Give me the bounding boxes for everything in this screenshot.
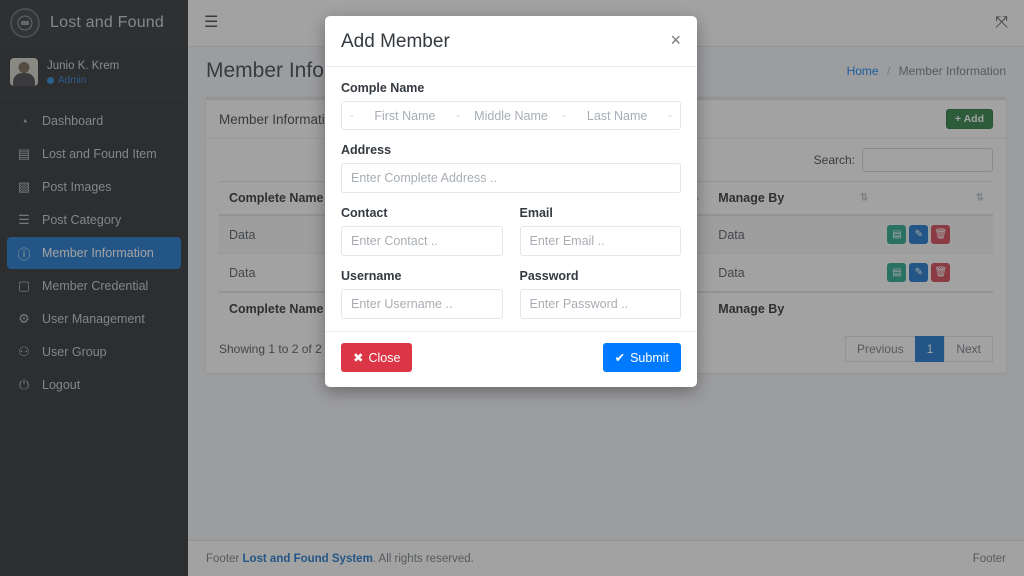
last-name-input[interactable] <box>573 108 661 123</box>
check-icon: ✔ <box>614 351 626 365</box>
username-input[interactable] <box>341 289 503 319</box>
address-group: Address <box>341 143 681 193</box>
email-group: Email <box>519 206 681 256</box>
password-group: Password <box>519 269 681 319</box>
contact-group: Contact <box>341 206 503 256</box>
close-x-icon[interactable]: × <box>670 31 681 49</box>
dash-separator: - <box>350 109 354 122</box>
name-input-group: - - - - <box>341 101 681 130</box>
first-name-input[interactable] <box>361 108 449 123</box>
modal-footer: ✖ Close ✔ Submit <box>325 331 697 387</box>
middle-name-input[interactable] <box>467 108 555 123</box>
address-label: Address <box>341 143 392 157</box>
complete-name-group: Comple Name - - - - <box>341 81 681 130</box>
username-label: Username <box>341 269 402 283</box>
dash-separator: - <box>562 109 566 122</box>
email-label: Email <box>519 206 553 220</box>
x-mark-icon: ✖ <box>353 351 364 365</box>
submit-button[interactable]: ✔ Submit <box>602 343 681 372</box>
password-label: Password <box>519 269 579 283</box>
close-button[interactable]: ✖ Close <box>341 343 413 372</box>
contact-input[interactable] <box>341 226 503 256</box>
contact-email-row: Contact Email <box>341 206 681 256</box>
close-button-label: Close <box>368 350 401 365</box>
complete-name-label: Comple Name <box>341 81 425 95</box>
username-password-row: Username Password <box>341 269 681 319</box>
contact-label: Contact <box>341 206 388 220</box>
add-member-modal: Add Member × Comple Name - - - - Address <box>325 16 697 387</box>
address-input[interactable] <box>341 163 681 193</box>
email-input[interactable] <box>519 226 681 256</box>
password-input[interactable] <box>519 289 681 319</box>
submit-button-label: Submit <box>630 350 669 365</box>
modal-body: Comple Name - - - - Address Contact <box>325 67 697 331</box>
app-root: Lost and Found Junio K. Krem Admin ◔ Das… <box>0 0 1024 576</box>
dash-separator: - <box>456 109 460 122</box>
modal-title: Add Member <box>341 31 450 52</box>
modal-header: Add Member × <box>325 16 697 67</box>
dash-separator: - <box>668 109 672 122</box>
username-group: Username <box>341 269 503 319</box>
